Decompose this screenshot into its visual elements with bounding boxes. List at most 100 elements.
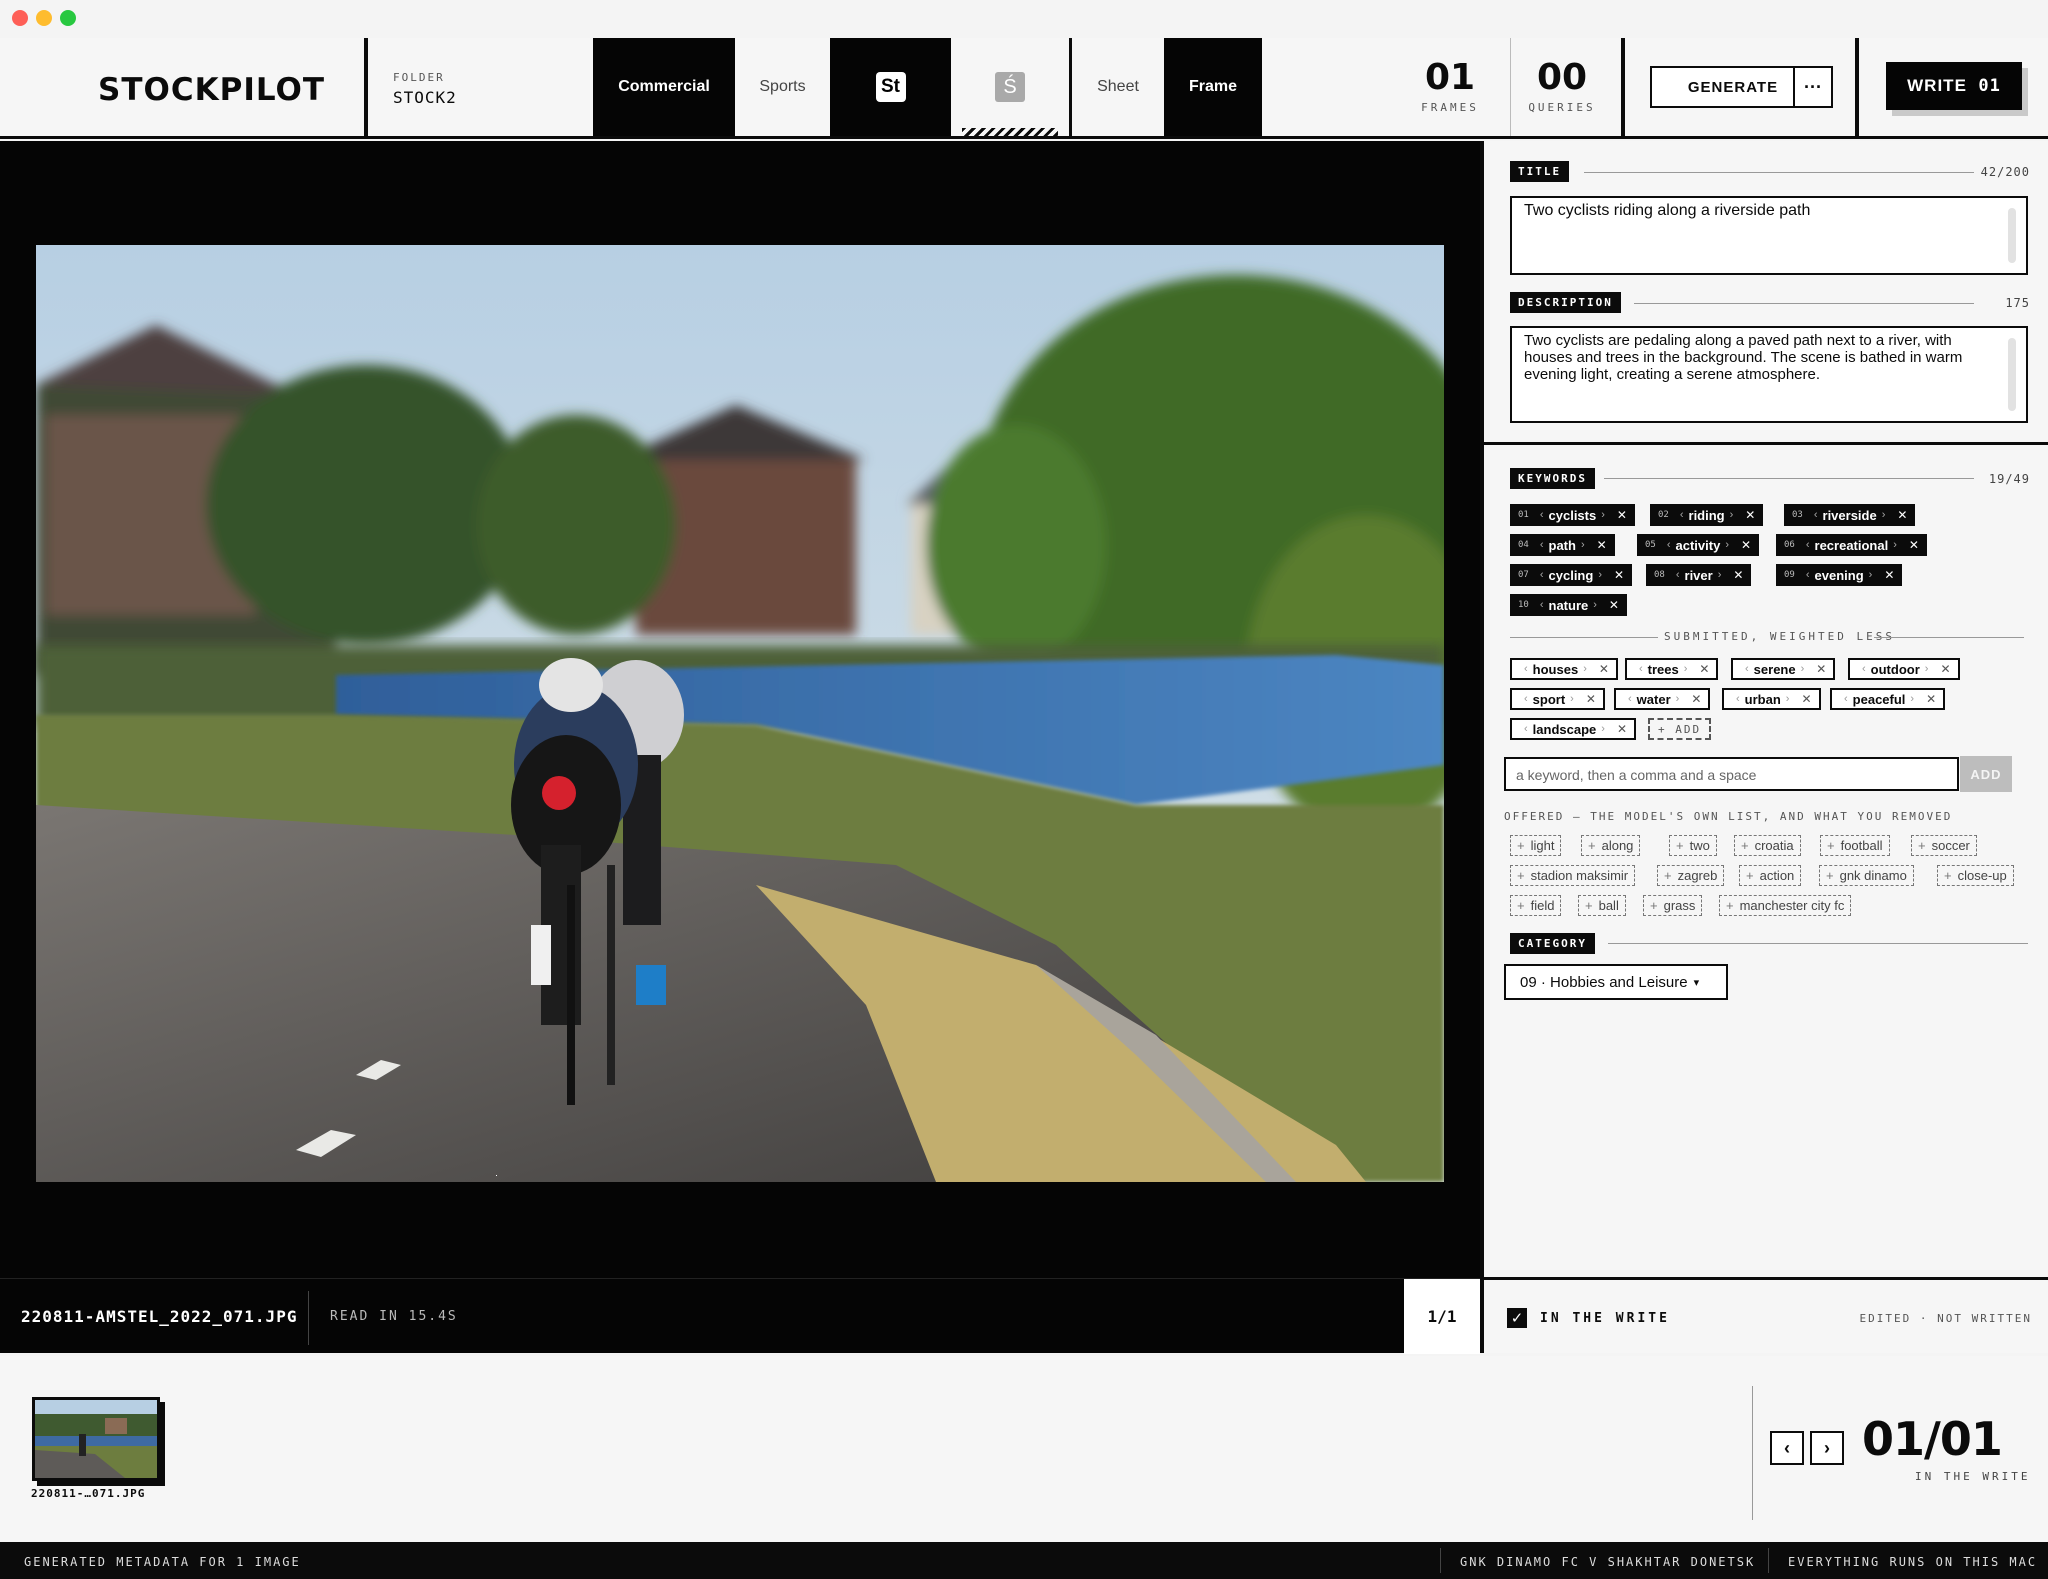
offered-keyword-chip[interactable]: + football xyxy=(1820,835,1890,856)
status-bar: GENERATED METADATA FOR 1 IMAGE GNK DINAM… xyxy=(0,1542,2048,1579)
viewer-footer: 220811-AMSTEL_2022_071.JPG READ IN 15.4S… xyxy=(0,1278,1480,1354)
tab-shutterstock[interactable]: Ś xyxy=(951,38,1069,136)
in-write-checkbox[interactable]: ✓ xyxy=(1507,1308,1527,1328)
prev-image-button[interactable]: ‹ xyxy=(1770,1431,1804,1465)
window-titlebar xyxy=(0,0,2048,38)
offered-keyword-chip[interactable]: + stadion maksimir xyxy=(1510,865,1636,886)
offered-keyword-chip[interactable]: + light xyxy=(1510,835,1562,856)
keyword-chip-secondary[interactable]: ‹ houses › ✕ xyxy=(1510,658,1618,680)
description-char-count: 175 xyxy=(2005,296,2030,310)
folder-value[interactable]: STOCK2 xyxy=(393,88,457,107)
app-window: { "app": {"name": "STOCKPILOT"}, "folder… xyxy=(0,0,2048,1579)
offered-keyword-chip[interactable]: + close-up xyxy=(1937,865,2014,886)
keyword-chip[interactable]: 07 ‹ cycling › ✕ xyxy=(1510,564,1633,586)
zoom-window-button[interactable] xyxy=(60,10,76,26)
shutterstock-icon: Ś xyxy=(995,72,1025,102)
remove-icon[interactable]: ✕ xyxy=(1745,508,1755,522)
add-keyword-button[interactable]: ADD xyxy=(1960,756,2012,792)
keyword-chip[interactable]: 05 ‹ activity › ✕ xyxy=(1637,534,1760,556)
remove-icon[interactable]: ✕ xyxy=(1816,662,1826,676)
keyword-chip-secondary[interactable]: ‹ sport › ✕ xyxy=(1510,688,1605,710)
keyword-chip-secondary[interactable]: ‹ outdoor › ✕ xyxy=(1848,658,1960,680)
keywords-label: KEYWORDS xyxy=(1510,468,1595,489)
remove-icon[interactable]: ✕ xyxy=(1741,538,1751,552)
offered-keyword-chip[interactable]: + field xyxy=(1510,895,1562,916)
offered-keyword-chip[interactable]: + zagreb xyxy=(1657,865,1725,886)
remove-icon[interactable]: ✕ xyxy=(1733,568,1743,582)
title-field[interactable]: Two cyclists riding along a riverside pa… xyxy=(1510,196,2028,275)
app-logo: STOCKPILOT xyxy=(98,72,325,108)
category-select[interactable]: 09 · Hobbies and Leisure ▾ xyxy=(1504,964,1728,1000)
chevron-down-icon: ▾ xyxy=(1693,976,1700,989)
tab-sheet[interactable]: Sheet xyxy=(1072,38,1164,136)
remove-icon[interactable]: ✕ xyxy=(1597,538,1607,552)
offered-keyword-chip[interactable]: + grass xyxy=(1643,895,1703,916)
remove-icon[interactable]: ✕ xyxy=(1897,508,1907,522)
panel-footer: ✓ IN THE WRITE EDITED · NOT WRITTEN xyxy=(1484,1277,2048,1353)
offered-keyword-chip[interactable]: + ball xyxy=(1578,895,1626,916)
remove-icon[interactable]: ✕ xyxy=(1614,568,1624,582)
queries-counter: 00 QUERIES xyxy=(1528,57,1596,115)
remove-icon[interactable]: ✕ xyxy=(1909,538,1919,552)
preview-image[interactable] xyxy=(36,245,1444,1182)
keyword-chip-secondary[interactable]: ‹ water › ✕ xyxy=(1614,688,1711,710)
remove-icon[interactable]: ✕ xyxy=(1884,568,1894,582)
remove-icon[interactable]: ✕ xyxy=(1926,692,1936,706)
keyword-chip-secondary[interactable]: ‹ urban › ✕ xyxy=(1722,688,1821,710)
status-event: GNK DINAMO FC V SHAKHTAR DONETSK xyxy=(1460,1555,1756,1569)
title-label: TITLE xyxy=(1510,161,1570,182)
remove-icon[interactable]: ✕ xyxy=(1599,662,1609,676)
add-keyword-chip[interactable]: + ADD xyxy=(1648,718,1712,740)
remove-icon[interactable]: ✕ xyxy=(1691,692,1701,706)
offered-keyword-chip[interactable]: + along xyxy=(1581,835,1641,856)
tab-sports[interactable]: Sports xyxy=(735,38,830,136)
cyclists-photo xyxy=(36,245,1444,1182)
generate-button[interactable]: GENERATE xyxy=(1650,66,1816,108)
offered-keyword-chip[interactable]: + croatia xyxy=(1734,835,1801,856)
image-thumbnail[interactable] xyxy=(32,1397,160,1481)
image-count: 01/01 xyxy=(1862,1412,2003,1466)
tab-adobe-stock[interactable]: St xyxy=(830,38,951,136)
offered-keyword-chip[interactable]: + action xyxy=(1739,865,1802,886)
keyword-chip-secondary[interactable]: ‹ trees › ✕ xyxy=(1625,658,1719,680)
scrollbar[interactable] xyxy=(2008,338,2016,411)
offered-keyword-chip[interactable]: + gnk dinamo xyxy=(1819,865,1914,886)
keyword-chip[interactable]: 02 ‹ riding › ✕ xyxy=(1650,504,1764,526)
close-window-button[interactable] xyxy=(12,10,28,26)
remove-icon[interactable]: ✕ xyxy=(1699,662,1709,676)
offered-keyword-chip[interactable]: + soccer xyxy=(1911,835,1977,856)
write-button[interactable]: WRITE 01 xyxy=(1886,62,2022,110)
keyword-chip[interactable]: 01 ‹ cyclists › ✕ xyxy=(1510,504,1635,526)
keyword-chip[interactable]: 04 ‹ path › ✕ xyxy=(1510,534,1615,556)
keyword-input[interactable]: a keyword, then a comma and a space xyxy=(1504,757,1959,791)
image-count-label: IN THE WRITE xyxy=(1915,1470,2031,1483)
remove-icon[interactable]: ✕ xyxy=(1609,598,1619,612)
header-divider xyxy=(1855,38,1859,136)
remove-icon[interactable]: ✕ xyxy=(1617,508,1627,522)
minimize-window-button[interactable] xyxy=(36,10,52,26)
tab-frame[interactable]: Frame xyxy=(1164,38,1262,136)
offered-keyword-chip[interactable]: + manchester city fc xyxy=(1719,895,1852,916)
keyword-chip-secondary[interactable]: ‹ serene › ✕ xyxy=(1731,658,1836,680)
scrollbar[interactable] xyxy=(2008,208,2016,263)
frames-counter: 01 FRAMES xyxy=(1421,57,1479,115)
keyword-chip-secondary[interactable]: ‹ landscape › ✕ xyxy=(1510,718,1636,740)
next-image-button[interactable]: › xyxy=(1810,1431,1844,1465)
image-viewer: 220811-AMSTEL_2022_071.JPG READ IN 15.4S… xyxy=(0,141,1480,1354)
filmstrip: 220811-…071.JPG ‹ › 01/01 IN THE WRITE xyxy=(0,1356,2048,1542)
keyword-chip[interactable]: 08 ‹ river › ✕ xyxy=(1646,564,1752,586)
more-options-button[interactable]: ··· xyxy=(1793,66,1833,108)
keyword-chip[interactable]: 09 ‹ evening › ✕ xyxy=(1776,564,1903,586)
remove-icon[interactable]: ✕ xyxy=(1940,662,1950,676)
thumbnail-photo xyxy=(35,1400,157,1478)
keyword-chip-secondary[interactable]: ‹ peaceful › ✕ xyxy=(1830,688,1946,710)
remove-icon[interactable]: ✕ xyxy=(1801,692,1811,706)
remove-icon[interactable]: ✕ xyxy=(1617,722,1627,736)
description-field[interactable]: Two cyclists are pedaling along a paved … xyxy=(1510,326,2028,423)
tab-commercial[interactable]: Commercial xyxy=(593,38,735,136)
keyword-chip[interactable]: 10 ‹ nature › ✕ xyxy=(1510,594,1627,616)
keyword-chip[interactable]: 03 ‹ riverside › ✕ xyxy=(1784,504,1916,526)
offered-keyword-chip[interactable]: + two xyxy=(1669,835,1717,856)
remove-icon[interactable]: ✕ xyxy=(1586,692,1596,706)
keyword-chip[interactable]: 06 ‹ recreational › ✕ xyxy=(1776,534,1927,556)
